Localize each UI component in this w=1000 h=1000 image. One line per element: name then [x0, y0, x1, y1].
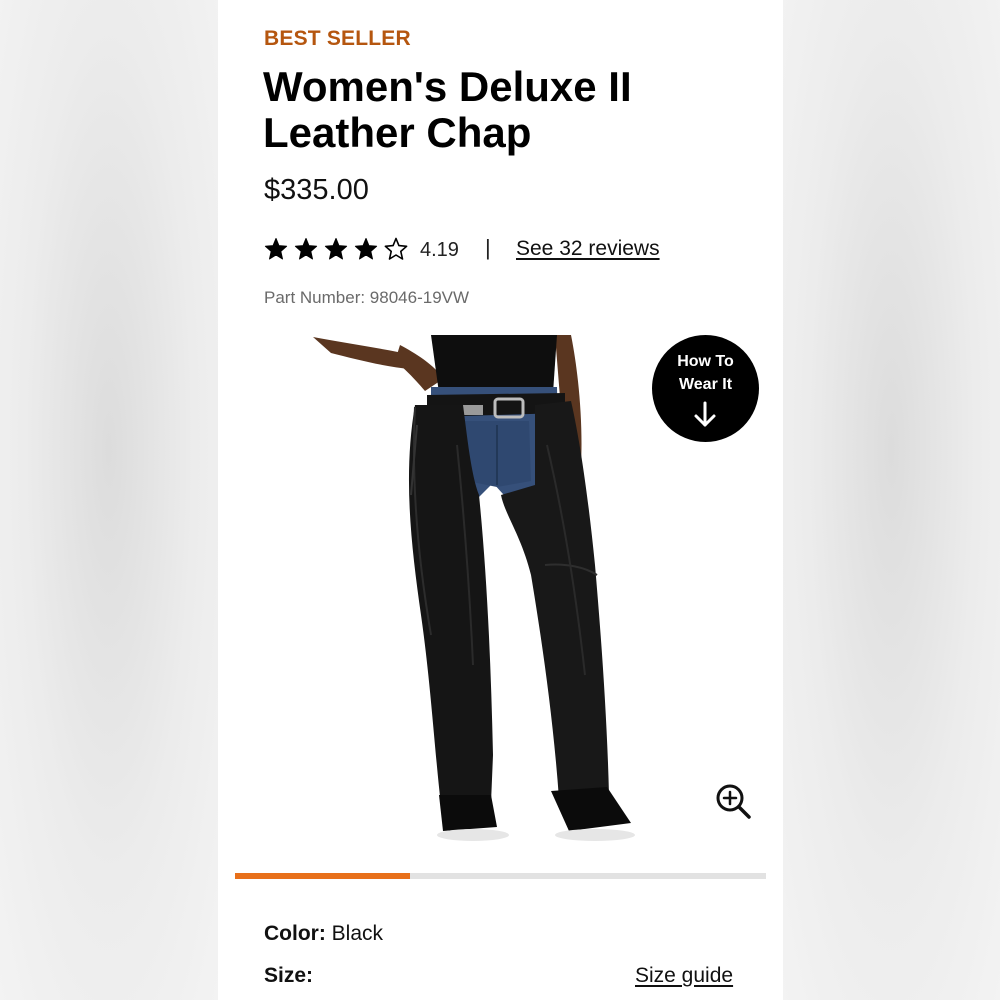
star-filled-icon: [264, 238, 288, 260]
how-to-wear-line2: Wear It: [678, 376, 733, 393]
best-seller-badge: BEST SELLER: [264, 27, 411, 50]
product-page: BEST SELLER Women's Deluxe II Leather Ch…: [218, 0, 783, 1000]
star-empty-icon: [384, 237, 408, 260]
gallery-progress-fill: [235, 873, 411, 879]
color-row: Color: Black: [264, 922, 383, 946]
size-row: Size:: [264, 964, 313, 988]
see-reviews-link[interactable]: See 32 reviews: [516, 237, 660, 261]
rating-separator: |: [485, 235, 491, 260]
star-filled-icon: [294, 238, 318, 260]
star-filled-icon: [354, 238, 378, 260]
how-to-wear-line1: How To: [677, 353, 734, 370]
rating-row: 4.19 | See 32 reviews: [264, 234, 744, 264]
color-value: Black: [331, 922, 384, 945]
rating-value: 4.19: [420, 239, 459, 261]
background-right: [783, 0, 1000, 1000]
arrow-down-icon: [694, 401, 716, 427]
gallery-progress-bar: [235, 873, 766, 879]
how-to-wear-it-button[interactable]: How To Wear It: [652, 335, 759, 442]
size-label: Size:: [264, 964, 314, 987]
zoom-in-icon[interactable]: [714, 782, 754, 822]
part-number: Part Number: 98046-19VW: [264, 288, 470, 307]
product-price: $335.00: [264, 174, 369, 206]
size-guide-link[interactable]: Size guide: [635, 964, 733, 988]
background-left: [0, 0, 218, 1000]
star-filled-icon: [324, 238, 348, 260]
product-title: Women's Deluxe II Leather Chap: [263, 63, 632, 156]
color-label: Color:: [264, 922, 326, 945]
